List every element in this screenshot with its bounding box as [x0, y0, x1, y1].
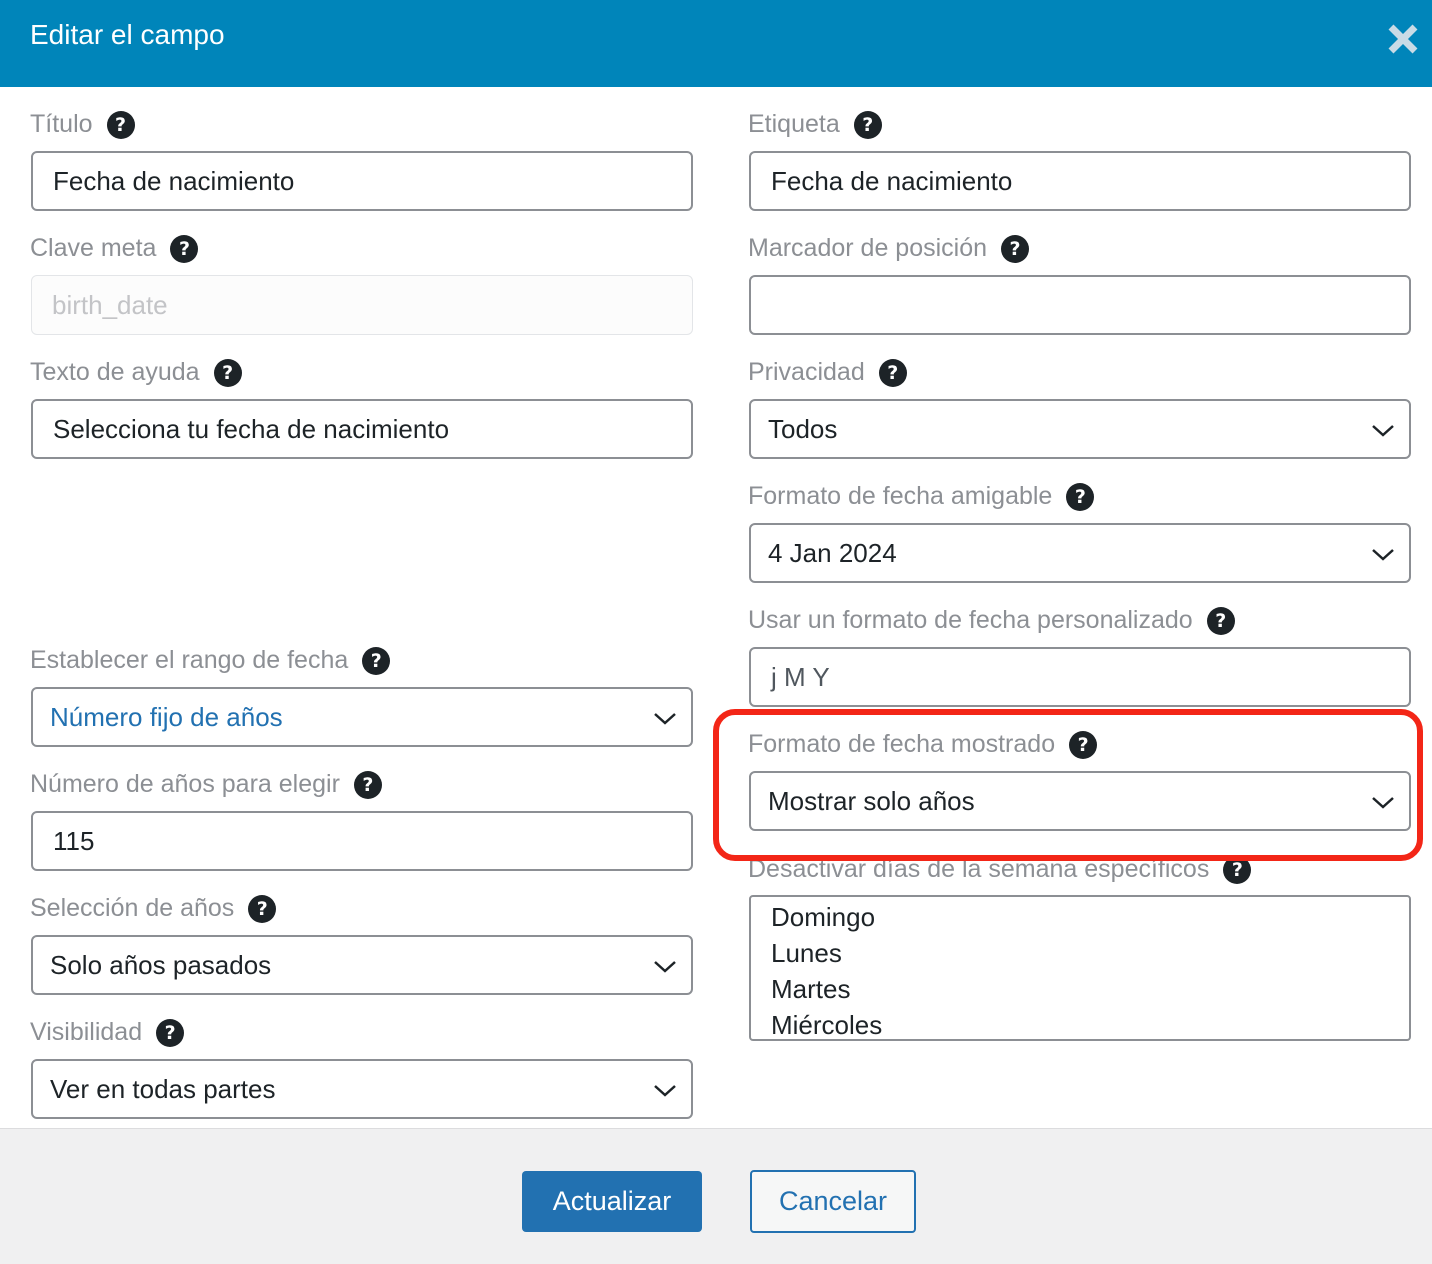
weekday-option[interactable]: Domingo: [771, 899, 1409, 935]
privacy-label-text: Privacidad: [748, 358, 865, 386]
years-selection-label-text: Selección de años: [30, 894, 235, 922]
weekday-option[interactable]: Lunes: [771, 935, 1409, 971]
help-icon[interactable]: ?: [1223, 855, 1252, 884]
weekday-option[interactable]: Miércoles: [771, 1007, 1409, 1039]
title-input[interactable]: Fecha de nacimiento: [31, 151, 693, 211]
close-button[interactable]: [1368, 14, 1432, 64]
help-icon[interactable]: ?: [170, 234, 199, 263]
placeholder-input[interactable]: [749, 275, 1411, 335]
years-count-input[interactable]: 115: [31, 811, 693, 871]
dialog-footer: [0, 1128, 1432, 1264]
help-icon[interactable]: ?: [156, 1018, 185, 1047]
privacy-label: Privacidad ?: [748, 358, 907, 387]
help-text-label-text: Texto de ayuda: [30, 358, 200, 386]
meta-key-label-text: Clave meta: [30, 234, 157, 262]
placeholder-label-text: Marcador de posición: [748, 234, 988, 262]
weekdays-listbox[interactable]: Domingo Lunes Martes Miércoles: [749, 895, 1411, 1041]
title-label: Título ?: [30, 110, 135, 139]
disable-weekdays-label-text: Desactivar días de la semana específicos: [748, 855, 1210, 883]
chevron-down-icon: [1372, 797, 1394, 809]
date-range-select[interactable]: Número fijo de años: [31, 687, 693, 747]
disable-weekdays-label: Desactivar días de la semana específicos…: [748, 855, 1252, 884]
chevron-down-icon: [654, 1085, 676, 1097]
displayed-format-value: Mostrar solo años: [768, 785, 975, 816]
close-icon: [1388, 24, 1418, 54]
help-icon[interactable]: ?: [1001, 234, 1030, 263]
help-icon[interactable]: ?: [353, 770, 382, 799]
label-input[interactable]: Fecha de nacimiento: [749, 151, 1411, 211]
custom-format-label-text: Usar un formato de fecha personalizado: [748, 606, 1193, 634]
custom-format-label: Usar un formato de fecha personalizado ?: [748, 606, 1235, 635]
help-icon[interactable]: ?: [213, 358, 242, 387]
displayed-format-label-text: Formato de fecha mostrado: [748, 730, 1056, 758]
visibility-label: Visibilidad ?: [30, 1018, 185, 1047]
help-icon[interactable]: ?: [1206, 606, 1235, 635]
help-text-label: Texto de ayuda ?: [30, 358, 242, 387]
years-count-label: Número de años para elegir ?: [30, 770, 382, 799]
friendly-format-select[interactable]: 4 Jan 2024: [749, 523, 1411, 583]
title-label-text: Título: [30, 110, 93, 138]
help-icon[interactable]: ?: [248, 894, 277, 923]
friendly-format-label: Formato de fecha amigable ?: [748, 482, 1095, 511]
meta-key-label: Clave meta ?: [30, 234, 199, 263]
years-selection-value: Solo años pasados: [50, 949, 272, 980]
chevron-down-icon: [654, 961, 676, 973]
chevron-down-icon: [1372, 549, 1394, 561]
help-icon[interactable]: ?: [1066, 482, 1095, 511]
help-text-input[interactable]: Selecciona tu fecha de nacimiento: [31, 399, 693, 459]
custom-format-input[interactable]: j M Y: [749, 647, 1411, 707]
displayed-format-label: Formato de fecha mostrado ?: [748, 730, 1098, 759]
date-range-label-text: Establecer el rango de fecha: [30, 646, 349, 674]
visibility-value: Ver en todas partes: [50, 1073, 276, 1104]
date-range-value: Número fijo de años: [50, 701, 283, 732]
update-button[interactable]: Actualizar: [522, 1171, 702, 1232]
years-count-label-text: Número de años para elegir: [30, 770, 340, 798]
help-icon[interactable]: ?: [853, 110, 882, 139]
dialog-header: Editar el campo: [0, 0, 1432, 87]
help-icon[interactable]: ?: [106, 110, 135, 139]
chevron-down-icon: [654, 713, 676, 725]
help-icon[interactable]: ?: [362, 646, 391, 675]
privacy-value: Todos: [768, 413, 838, 444]
help-icon[interactable]: ?: [878, 358, 907, 387]
label-label: Etiqueta ?: [748, 110, 882, 139]
help-icon[interactable]: ?: [1069, 730, 1098, 759]
cancel-button[interactable]: Cancelar: [750, 1170, 916, 1233]
displayed-format-select[interactable]: Mostrar solo años: [749, 771, 1411, 831]
date-range-label: Establecer el rango de fecha ?: [30, 646, 391, 675]
chevron-down-icon: [1372, 425, 1394, 437]
label-label-text: Etiqueta: [748, 110, 840, 138]
meta-key-input: birth_date: [31, 275, 693, 335]
years-selection-label: Selección de años ?: [30, 894, 277, 923]
dialog-title: Editar el campo: [30, 19, 225, 50]
friendly-format-label-text: Formato de fecha amigable: [748, 482, 1053, 510]
placeholder-label: Marcador de posición ?: [748, 234, 1030, 263]
visibility-label-text: Visibilidad: [30, 1018, 143, 1046]
friendly-format-value: 4 Jan 2024: [768, 537, 897, 568]
years-selection-select[interactable]: Solo años pasados: [31, 935, 693, 995]
privacy-select[interactable]: Todos: [749, 399, 1411, 459]
visibility-select[interactable]: Ver en todas partes: [31, 1059, 693, 1119]
weekday-option[interactable]: Martes: [771, 971, 1409, 1007]
